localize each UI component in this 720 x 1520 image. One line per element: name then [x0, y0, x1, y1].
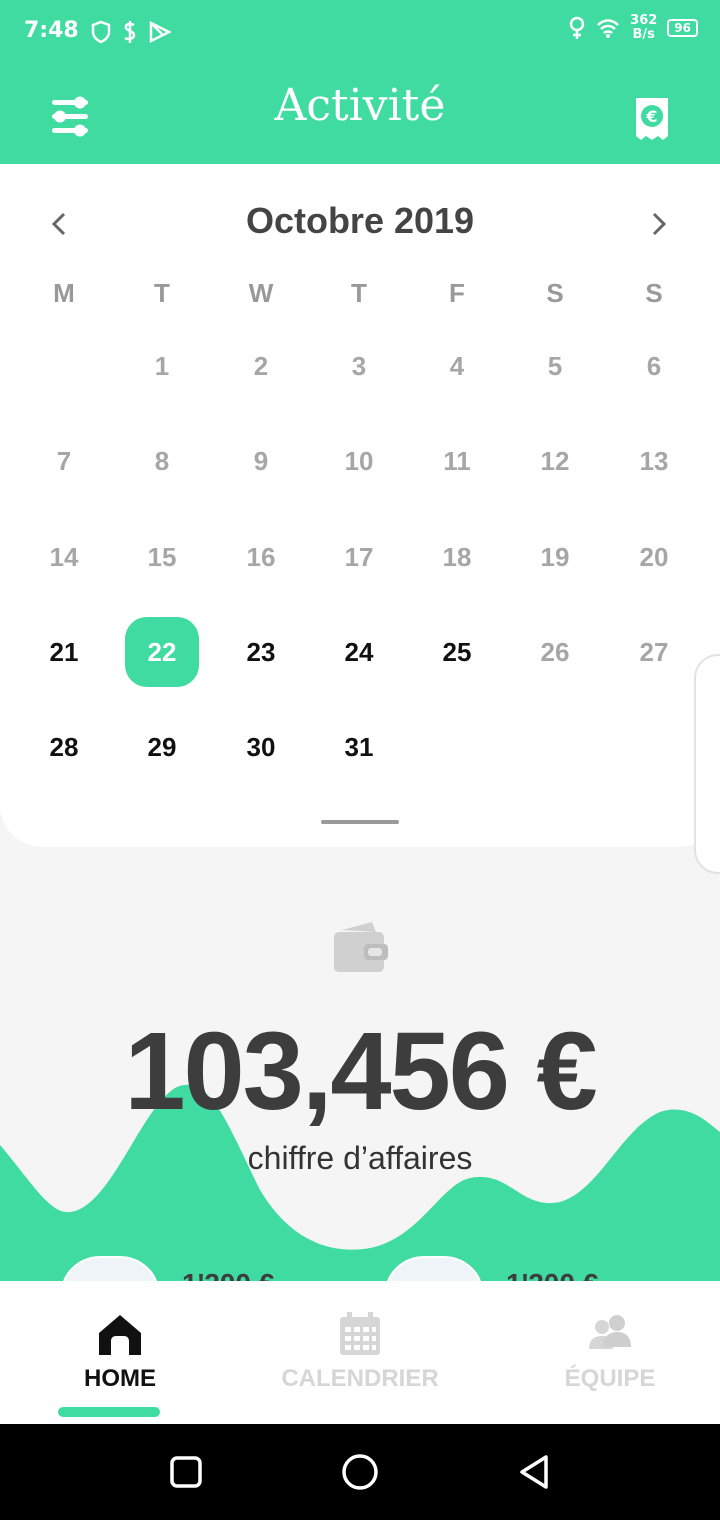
nav-label-home: HOME	[84, 1365, 156, 1392]
weekday-label: F	[449, 278, 465, 308]
status-system-icons: 362 B/s 96	[568, 14, 698, 42]
nav-active-indicator	[58, 1407, 160, 1417]
weekday-label: T	[154, 278, 170, 308]
nav-item-home[interactable]: HOME	[0, 1281, 240, 1424]
calendar-day[interactable]: 26	[518, 617, 592, 687]
peek-amount: 1'200 €	[506, 1268, 598, 1282]
network-speed: 362 B/s	[630, 14, 657, 42]
calendar-day[interactable]: 15	[125, 522, 199, 592]
calendar-day[interactable]: 12	[518, 426, 592, 496]
status-bar: 7:48 362 B/s 96	[0, 0, 720, 66]
calendar-day[interactable]: 25	[420, 617, 494, 687]
revenue-amount: 103,456 €	[124, 1010, 597, 1133]
calendar-day[interactable]: 10	[322, 426, 396, 496]
system-navigation-bar	[0, 1424, 720, 1520]
side-drawer-tab[interactable]	[694, 654, 720, 874]
play-store-icon	[149, 20, 172, 44]
calendar-day[interactable]: 8	[125, 426, 199, 496]
bottom-navigation: HOME CALENDRIER ÉQUIPE	[0, 1281, 720, 1424]
calendar-day[interactable]: 21	[27, 617, 101, 687]
calendar-month-title: Octobre 2019	[245, 200, 475, 241]
calendar-day[interactable]: 7	[27, 426, 101, 496]
calendar-icon	[340, 1312, 380, 1355]
back-triangle-icon	[520, 1455, 548, 1489]
calendar-day[interactable]: 3	[322, 331, 396, 401]
weekday-label: S	[546, 278, 564, 308]
calendar-day[interactable]: 9	[224, 426, 298, 496]
calendar-card: Octobre 2019 MTWTFSS 1 2 3 4 5 6 7 8 9 10 11 12 13 14…	[0, 164, 720, 847]
status-notification-icons	[90, 20, 172, 44]
calendar-day[interactable]: 2	[224, 331, 298, 401]
calendar-day[interactable]: 13	[617, 426, 691, 496]
network-speed-unit: B/s	[632, 27, 655, 42]
calendar-day[interactable]: 16	[224, 522, 298, 592]
calendar-day[interactable]: 1	[125, 331, 199, 401]
next-month-button[interactable]	[644, 204, 674, 244]
calendar-day[interactable]: 24	[322, 617, 396, 687]
nav-item-calendar[interactable]: CALENDRIER	[240, 1281, 480, 1424]
recents-button[interactable]	[166, 1452, 206, 1492]
invoice-button[interactable]: €	[632, 96, 672, 142]
revenue-label: chiffre d’affaires	[247, 1140, 473, 1176]
battery-indicator: 96	[667, 19, 698, 37]
page-title: Activité	[274, 80, 446, 131]
calendar-day[interactable]: 30	[224, 712, 298, 782]
calendar-day[interactable]: 20	[617, 522, 691, 592]
drag-handle[interactable]	[321, 820, 399, 824]
calendar-day[interactable]: 18	[420, 522, 494, 592]
calendar-day[interactable]: 28	[27, 712, 101, 782]
back-button[interactable]	[514, 1452, 554, 1492]
calendar-day[interactable]: 4	[420, 331, 494, 401]
svg-text:€: €	[645, 107, 657, 126]
home-system-button[interactable]	[340, 1452, 380, 1492]
nav-label-calendar: CALENDRIER	[281, 1365, 439, 1392]
wifi-icon	[597, 19, 620, 38]
location-icon	[569, 16, 585, 39]
calendar-day[interactable]: 17	[322, 522, 396, 592]
weekday-label: M	[53, 278, 75, 308]
calendar-day[interactable]: 11	[420, 426, 494, 496]
calendar-day[interactable]: 29	[125, 712, 199, 782]
calendar-day[interactable]: 23	[224, 617, 298, 687]
shield-icon	[91, 20, 111, 44]
calendar-day[interactable]: 14	[27, 522, 101, 592]
home-icon	[99, 1315, 141, 1355]
wallet-icon	[330, 920, 390, 978]
calendar-day[interactable]: 5	[518, 331, 592, 401]
status-time: 7:48	[24, 18, 79, 43]
weekday-label: W	[248, 278, 274, 308]
calendar-day[interactable]: 19	[518, 522, 592, 592]
calendar-day[interactable]: 31	[322, 712, 396, 782]
nav-label-team: ÉQUIPE	[564, 1365, 656, 1392]
dollar-icon	[124, 21, 136, 43]
calendar-day-selected[interactable]: 22	[125, 617, 199, 687]
square-icon	[170, 1456, 202, 1488]
circle-icon	[342, 1454, 378, 1490]
weekday-label: T	[351, 278, 367, 308]
weekday-label: S	[645, 278, 663, 308]
team-icon	[589, 1315, 631, 1349]
euro-receipt-icon: €	[636, 98, 668, 140]
network-speed-value: 362	[630, 13, 658, 28]
chevron-right-icon	[652, 212, 667, 236]
app-header: Activité €	[0, 66, 720, 164]
nav-item-team[interactable]: ÉQUIPE	[490, 1281, 720, 1424]
calendar-day[interactable]: 27	[617, 617, 691, 687]
calendar-day[interactable]: 6	[617, 331, 691, 401]
peek-amount: 1'200 €	[182, 1268, 274, 1282]
